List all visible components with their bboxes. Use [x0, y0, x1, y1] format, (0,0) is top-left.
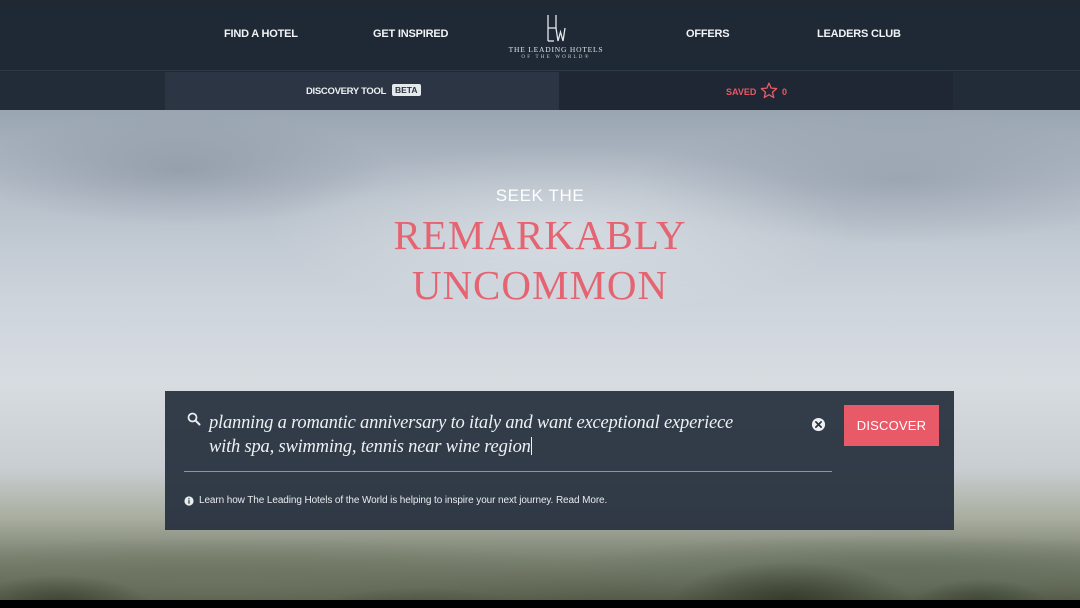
discovery-tool-label: DISCOVERY TOOL — [306, 86, 387, 97]
search-query-line2: with spa, swimming, tennis near wine reg… — [209, 437, 531, 457]
discovery-search-panel: planning a romantic anniversary to italy… — [165, 391, 954, 530]
nav-leaders-club[interactable]: LEADERS CLUB — [817, 28, 901, 40]
read-more-link[interactable]: Read More. — [556, 495, 607, 506]
search-query-line1: planning a romantic anniversary to italy… — [209, 413, 734, 433]
hero-headline-line1: REMARKABLY — [393, 212, 687, 258]
nav-offers[interactable]: OFFERS — [686, 28, 730, 40]
app-frame: FIND A HOTEL GET INSPIRED THE LEADING HO… — [0, 0, 1080, 608]
info-message: Learn how The Leading Hotels of the Worl… — [199, 495, 607, 506]
lhw-monogram-icon — [547, 15, 566, 42]
info-text: Learn how The Leading Hotels of the Worl… — [199, 495, 554, 506]
saved-label: SAVED — [726, 87, 757, 97]
hero-landscape-trees — [0, 525, 1080, 608]
search-input[interactable]: planning a romantic anniversary to italy… — [209, 411, 799, 459]
hero-section: SEEK THE REMARKABLY UNCOMMON planning a … — [0, 110, 1080, 608]
tab-discovery-tool[interactable]: DISCOVERY TOOL BETA — [165, 72, 559, 110]
clear-circle-icon[interactable] — [811, 417, 826, 432]
brand-logo[interactable]: THE LEADING HOTELS OF THE WORLD® — [506, 14, 606, 64]
tab-saved[interactable]: SAVED 0 — [559, 72, 953, 110]
bottom-letterbox — [0, 600, 1080, 608]
hero-headline-line2: UNCOMMON — [411, 262, 669, 308]
logo-wordmark-line1: THE LEADING HOTELS — [508, 45, 604, 54]
info-circle-icon — [184, 496, 194, 506]
text-caret — [530, 437, 532, 455]
top-navigation: FIND A HOTEL GET INSPIRED THE LEADING HO… — [0, 6, 1080, 71]
search-input-underline — [184, 471, 832, 472]
logo-wordmark-line2: OF THE WORLD® — [521, 55, 591, 60]
nav-get-inspired[interactable]: GET INSPIRED — [373, 28, 448, 40]
sub-navigation: DISCOVERY TOOL BETA SAVED 0 — [0, 72, 1080, 110]
search-icon — [187, 412, 201, 426]
star-outline-icon — [760, 82, 778, 99]
beta-badge: BETA — [392, 84, 421, 96]
nav-find-a-hotel[interactable]: FIND A HOTEL — [224, 28, 298, 40]
discover-button[interactable]: DISCOVER — [844, 405, 939, 446]
saved-count: 0 — [782, 87, 788, 97]
hero-kicker: SEEK THE — [495, 186, 585, 205]
